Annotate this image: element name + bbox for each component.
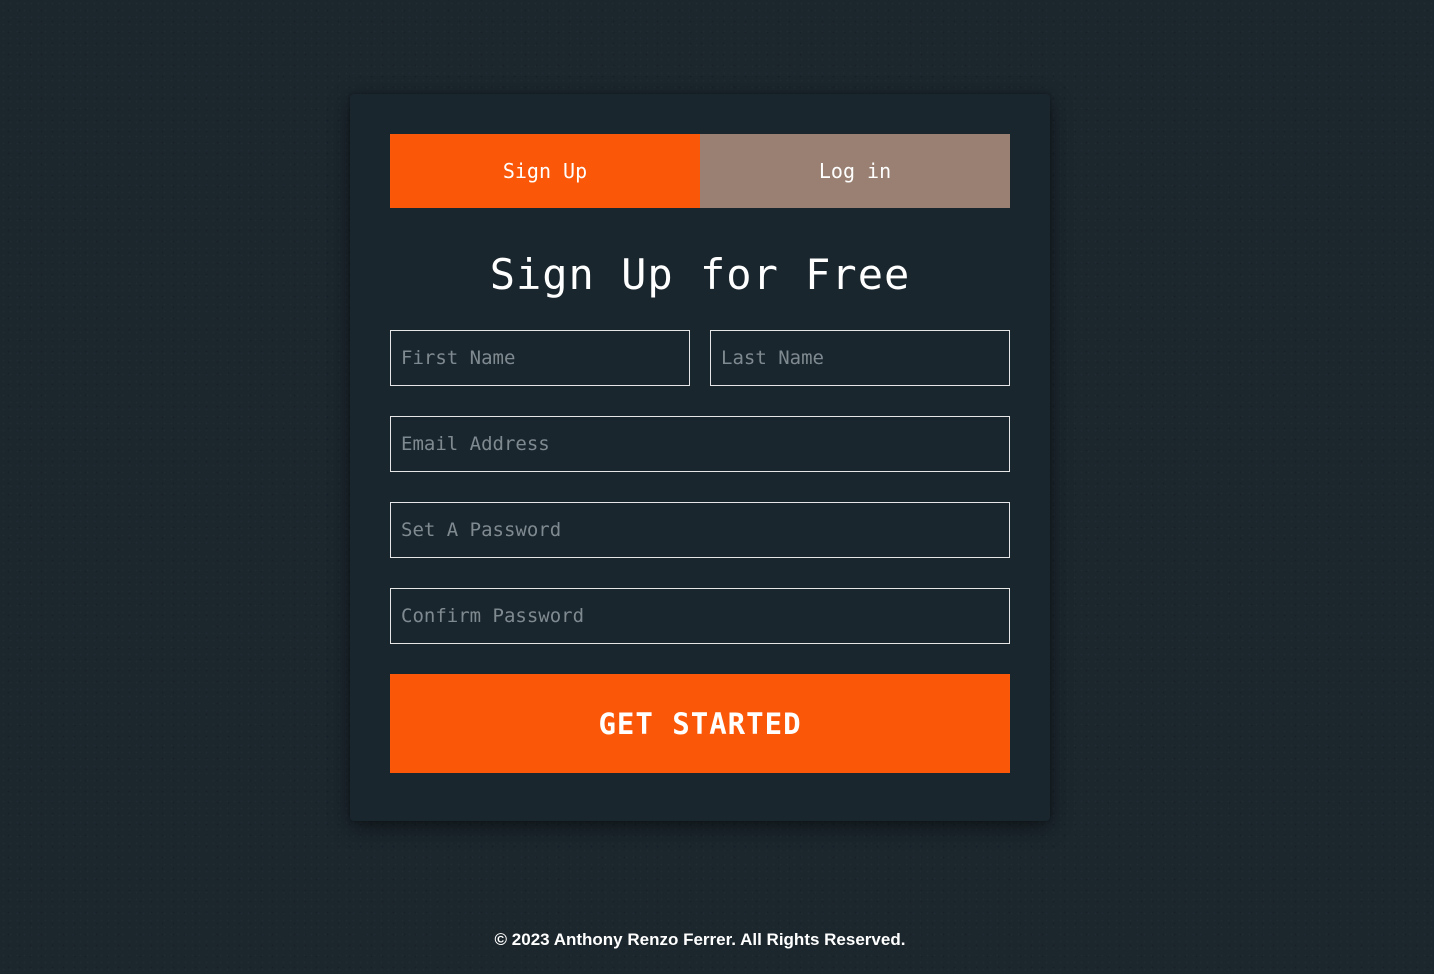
auth-tabs: Sign Up Log in (390, 134, 1010, 208)
get-started-button[interactable]: GET STARTED (390, 674, 1010, 773)
footer-copyright: © 2023 Anthony Renzo Ferrer. All Rights … (494, 930, 906, 949)
confirm-password-row (390, 588, 1010, 644)
signup-card: Sign Up Log in Sign Up for Free GET STAR… (350, 94, 1050, 821)
password-row (390, 502, 1010, 558)
form-heading: Sign Up for Free (489, 250, 911, 299)
signup-form: GET STARTED (390, 330, 1010, 773)
email-input[interactable] (390, 416, 1010, 472)
last-name-input[interactable] (710, 330, 1010, 386)
tab-log-in[interactable]: Log in (700, 134, 1010, 208)
name-row (390, 330, 1010, 386)
tab-sign-up[interactable]: Sign Up (390, 134, 700, 208)
confirm-password-input[interactable] (390, 588, 1010, 644)
email-row (390, 416, 1010, 472)
first-name-input[interactable] (390, 330, 690, 386)
password-input[interactable] (390, 502, 1010, 558)
